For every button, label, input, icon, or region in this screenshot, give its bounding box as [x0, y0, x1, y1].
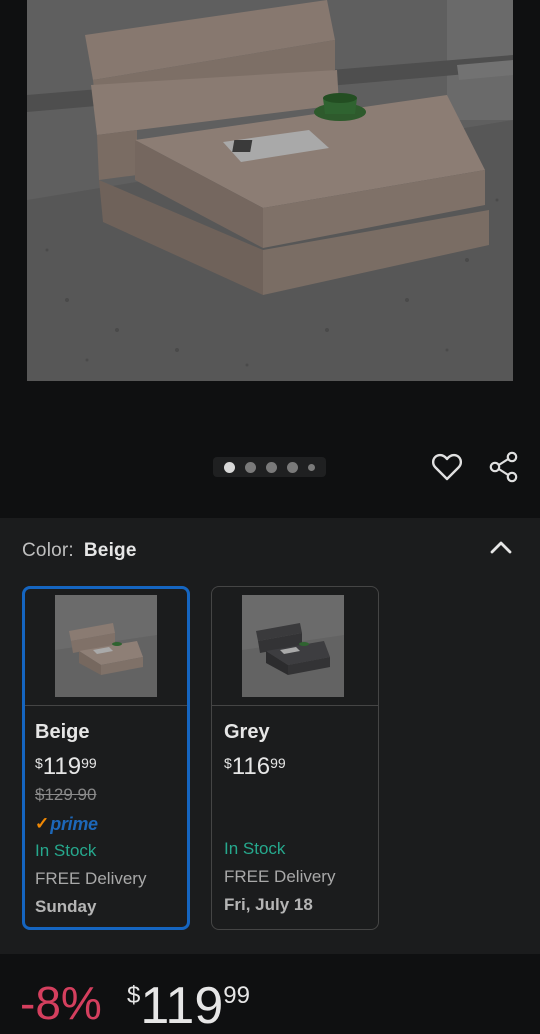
carousel-dot-2[interactable]	[245, 461, 256, 473]
stock-status: In Stock	[224, 839, 286, 858]
price-currency: $	[224, 755, 232, 771]
delivery-label: FREE Delivery	[35, 869, 147, 888]
carousel-dot-1[interactable]	[224, 461, 235, 473]
wishlist-button[interactable]	[429, 449, 465, 485]
carousel-dot-5[interactable]	[308, 463, 315, 471]
color-option-grey[interactable]: Grey $11699 In Stock FREE Delivery Fri, …	[211, 586, 379, 930]
discount-percent: -8%	[20, 977, 102, 1029]
prime-check-icon: ✓	[35, 814, 50, 833]
swatch-thumbnail-area	[25, 589, 187, 706]
price-whole: 119	[42, 753, 82, 780]
price-whole: 116	[231, 753, 271, 780]
swatch-name: Beige	[35, 721, 90, 743]
collapse-button[interactable]	[484, 530, 518, 564]
price-fraction: 99	[81, 755, 97, 771]
swatch-thumbnail-grey	[242, 595, 344, 697]
delivery-day: Sunday	[35, 897, 97, 916]
prime-badge: ✓ prime	[35, 811, 179, 837]
color-selector: Color: Beige Beige $11999 $129.90 ✓ prim…	[0, 518, 540, 954]
share-button[interactable]	[486, 449, 522, 485]
price-currency: $	[35, 755, 43, 771]
chevron-up-icon	[490, 541, 512, 554]
color-option-beige[interactable]: Beige $11999 $129.90 ✓ prime In Stock FRE…	[22, 586, 190, 930]
selected-color-value: Beige	[83, 540, 137, 561]
image-carousel-dots[interactable]	[213, 457, 326, 477]
price-summary: -8% $11999	[0, 954, 540, 1034]
product-image[interactable]	[27, 0, 513, 381]
color-selector-header: Color: Beige	[22, 540, 137, 562]
current-price: $11999	[127, 976, 250, 1034]
price-whole: 119	[140, 977, 224, 1034]
swatch-thumbnail-beige	[55, 595, 157, 697]
list-price: $129.90	[35, 785, 97, 804]
price-fraction: 99	[223, 982, 250, 1009]
heart-outline-icon	[432, 453, 462, 481]
prime-label: prime	[50, 813, 98, 834]
delivery-label: FREE Delivery	[224, 867, 336, 886]
carousel-dot-3[interactable]	[266, 461, 277, 473]
stock-status: In Stock	[35, 841, 97, 860]
swatch-price: $11699	[224, 753, 370, 783]
swatch-thumbnail-area	[212, 587, 378, 706]
price-fraction: 99	[270, 755, 286, 771]
swatch-price: $11999	[35, 753, 179, 783]
product-image-gallery	[0, 0, 540, 518]
folding-sofa-bed-photo	[27, 0, 513, 381]
swatch-name: Grey	[224, 721, 270, 743]
delivery-day: Fri, July 18	[224, 895, 313, 914]
share-icon	[489, 451, 518, 483]
color-label: Color:	[22, 540, 74, 561]
carousel-dot-4[interactable]	[287, 461, 298, 473]
price-currency: $	[127, 982, 141, 1009]
